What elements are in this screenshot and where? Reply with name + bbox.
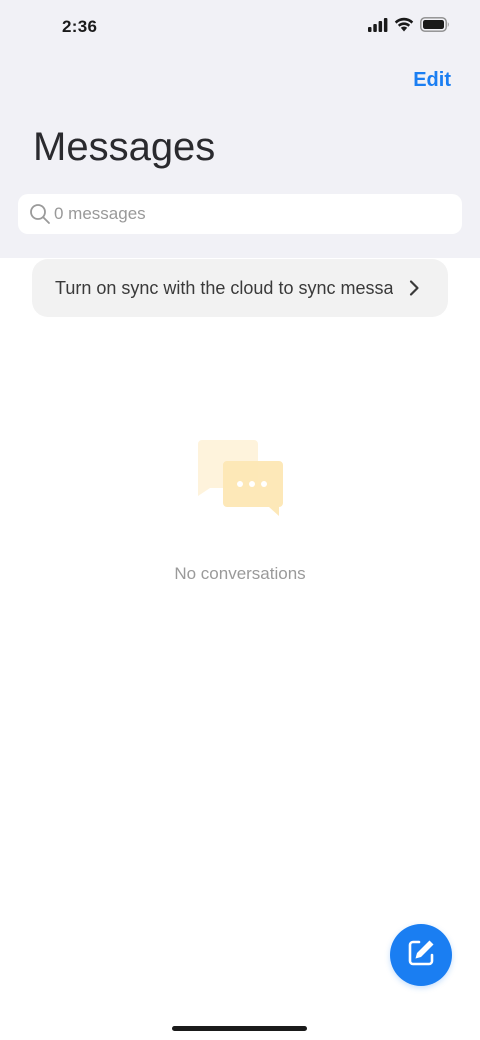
signal-icon [368,17,388,37]
status-time: 2:36 [62,17,98,36]
search-input[interactable] [54,204,434,224]
home-indicator[interactable] [172,1026,307,1031]
search-icon [28,202,52,226]
edit-button[interactable]: Edit [413,69,451,92]
page-title: Messages [33,125,216,169]
sync-banner-text: Turn on sync with the cloud to sync mess… [55,277,393,298]
wifi-icon [394,17,414,37]
compose-button[interactable] [390,924,452,986]
compose-icon [405,937,437,974]
status-bar: 2:36 [0,0,480,56]
empty-state-text: No conversations [174,564,306,583]
chat-bubbles-icon [194,436,286,518]
status-icons [368,17,450,37]
search-bar[interactable] [18,194,462,234]
chevron-right-icon [404,278,424,298]
sync-banner[interactable]: Turn on sync with the cloud to sync mess… [32,259,448,317]
messages-screen: 2:36 Edit Messages 0 messages Turn on sy… [0,0,480,1040]
battery-icon [420,17,450,37]
